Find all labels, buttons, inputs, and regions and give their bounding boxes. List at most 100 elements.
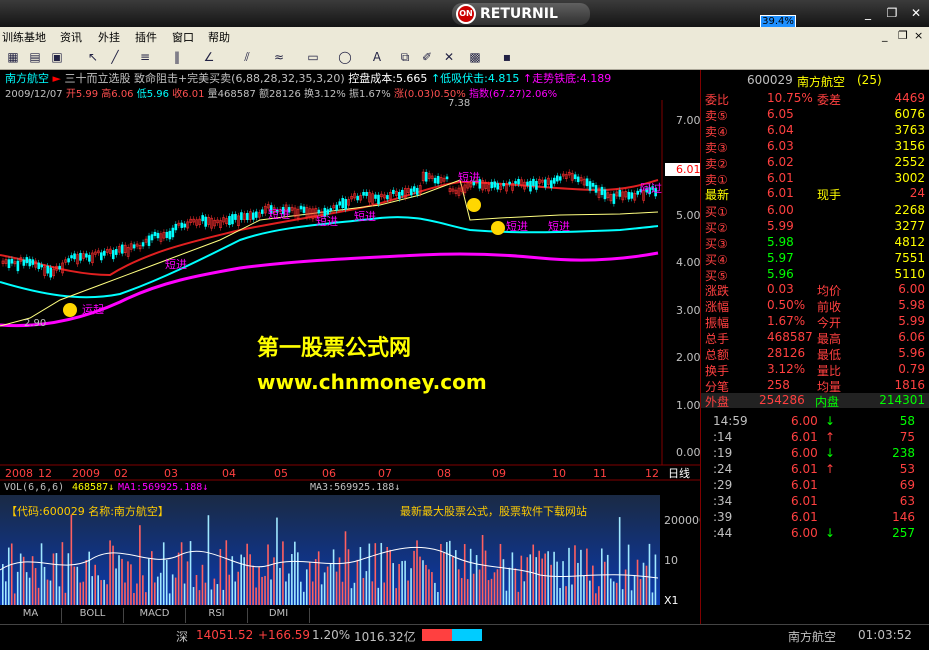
- eraser-icon[interactable]: ✐: [418, 49, 436, 65]
- ellipse-icon[interactable]: ◯: [336, 49, 354, 65]
- volume-bar: [285, 581, 287, 605]
- waipan-value: 254286: [759, 393, 805, 407]
- volume-bar: [535, 557, 537, 605]
- volume-bar: [267, 544, 269, 605]
- volume-bar: [303, 592, 305, 605]
- stat-label: 前收: [817, 298, 841, 315]
- sell-row: 卖④ 6.04 3763: [705, 123, 925, 138]
- volume-bar: [574, 545, 576, 605]
- mdi-restore-button[interactable]: ❐: [898, 29, 908, 42]
- volume-bar: [637, 560, 639, 605]
- minimize-button[interactable]: _: [858, 4, 878, 22]
- signal-label: 短进: [548, 219, 570, 233]
- table-icon[interactable]: ▤: [26, 49, 44, 65]
- time-tick: 2009: [72, 467, 100, 480]
- restore-button[interactable]: ❐: [882, 4, 902, 22]
- volume-bar: [631, 590, 633, 605]
- menu-window[interactable]: 窗口: [172, 29, 194, 45]
- buy-price: 5.97: [767, 251, 794, 265]
- tick-volume: 53: [900, 462, 915, 476]
- volume-bar: [118, 555, 120, 605]
- tab-ma[interactable]: MA: [0, 608, 62, 623]
- fan-icon[interactable]: ∠: [200, 49, 218, 65]
- volume-bar: [577, 563, 579, 605]
- volume-bar: [565, 586, 567, 605]
- sell-volume: 3002: [894, 171, 925, 185]
- tick-row: :39 6.01 146: [705, 510, 925, 525]
- volume-bar: [273, 557, 275, 605]
- tab-dmi[interactable]: DMI: [248, 608, 310, 623]
- channel-icon[interactable]: ⫽: [238, 49, 256, 65]
- volume-bar: [452, 557, 454, 605]
- volume-bar: [11, 543, 13, 605]
- rectangle-icon[interactable]: ▭: [304, 49, 322, 65]
- tab-macd[interactable]: MACD: [124, 608, 186, 623]
- wave-icon[interactable]: ≈: [270, 49, 288, 65]
- pointer-icon[interactable]: ↖: [84, 49, 102, 65]
- tick-time: :44: [713, 526, 732, 540]
- signal-label: 短进: [506, 219, 528, 233]
- close-button[interactable]: ✕: [906, 4, 926, 22]
- save-icon[interactable]: ▪: [498, 49, 516, 65]
- quote-title: 600029 南方航空 (25): [701, 73, 926, 88]
- volume-bar: [312, 581, 314, 605]
- mdi-close-button[interactable]: ×: [914, 29, 923, 42]
- menu-help[interactable]: 帮助: [208, 29, 230, 45]
- sell-volume: 2552: [894, 155, 925, 169]
- volume-bar: [595, 593, 597, 605]
- tick-volume: 63: [900, 494, 915, 508]
- price-tick: 2.00: [676, 351, 700, 364]
- tab-boll[interactable]: BOLL: [62, 608, 124, 623]
- volume-bar: [392, 563, 394, 605]
- time-tick: 04: [222, 467, 236, 480]
- menu-plugins[interactable]: 插件: [135, 29, 157, 45]
- volume-bar: [544, 554, 546, 605]
- vbars-icon[interactable]: ‖: [168, 49, 186, 65]
- volume-bar: [494, 572, 496, 605]
- trough-label: 2.90: [24, 318, 46, 329]
- status-change: +166.59: [258, 628, 310, 642]
- copy-icon[interactable]: ⧉: [396, 49, 414, 65]
- volume-bar: [547, 551, 549, 605]
- time-tick: 07: [378, 467, 392, 480]
- price-tick: 1.00: [676, 399, 700, 412]
- volume-bar: [157, 577, 159, 605]
- volume-bar: [440, 544, 442, 605]
- line-tool-icon[interactable]: ╱: [106, 49, 124, 65]
- chart-icon[interactable]: ▣: [48, 49, 66, 65]
- stat-label: 振幅: [705, 314, 729, 331]
- buy-row: 买① 6.00 2268: [705, 203, 925, 218]
- delete-icon[interactable]: ✕: [440, 49, 458, 65]
- breadth-bar: [422, 629, 482, 641]
- volume-bar: [220, 549, 222, 605]
- volume-bar: [482, 535, 484, 605]
- volume-bar: [47, 580, 49, 605]
- stat-value: 6.06: [898, 330, 925, 344]
- mdi-minimize-button[interactable]: _: [882, 29, 888, 42]
- weibi-row: 委比 10.75% 委差 4469: [705, 91, 925, 106]
- volume-bar: [398, 564, 400, 605]
- list-icon[interactable]: ≡: [136, 49, 154, 65]
- period-label[interactable]: 日线: [668, 466, 690, 480]
- time-tick: 03: [164, 467, 178, 480]
- price-tick: 7.00: [676, 114, 700, 127]
- menu-plugin-ext[interactable]: 外挂: [98, 29, 120, 45]
- volume-bar: [485, 551, 487, 605]
- text-tool-icon[interactable]: A: [368, 49, 386, 65]
- stat-value: 258: [767, 378, 790, 392]
- grid-icon[interactable]: ▦: [4, 49, 22, 65]
- menu-training[interactable]: 训练基地: [2, 29, 46, 45]
- stat-row: 涨跌 0.03 均价 6.00: [705, 282, 925, 297]
- volume-bar: [333, 549, 335, 605]
- tick-price: 6.00: [791, 526, 818, 540]
- tab-rsi[interactable]: RSI: [186, 608, 248, 623]
- stat-label: 总额: [705, 346, 729, 363]
- volume-bar: [377, 588, 379, 605]
- volume-bar: [351, 588, 353, 605]
- tick-price: 6.01: [791, 478, 818, 492]
- price-tick: 0.00: [676, 446, 700, 459]
- volume-bar: [330, 564, 332, 605]
- menu-news[interactable]: 资讯: [60, 29, 82, 45]
- color-icon[interactable]: ▩: [466, 49, 484, 65]
- volume-bar: [372, 581, 374, 605]
